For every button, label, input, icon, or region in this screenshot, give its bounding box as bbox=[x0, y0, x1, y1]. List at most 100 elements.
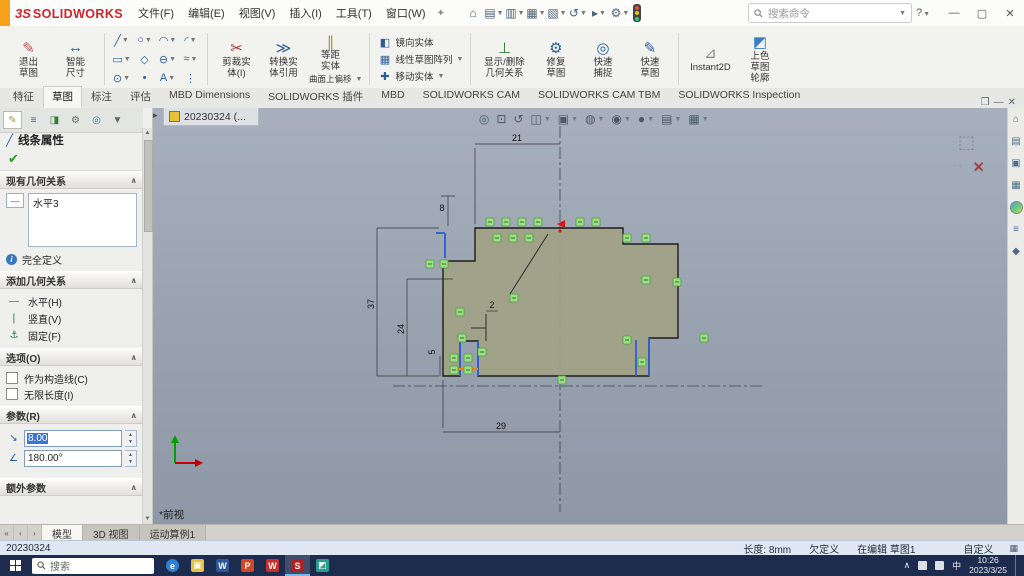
sketch-canvas[interactable]: 21837245229 bbox=[153, 108, 996, 520]
dimension-value[interactable]: 21 bbox=[512, 133, 522, 143]
doc-close-icon[interactable]: ✕ bbox=[1008, 97, 1016, 108]
design-library-icon[interactable]: ▤ bbox=[1010, 135, 1023, 148]
display-manager-tab[interactable]: ◨ bbox=[45, 111, 64, 129]
taskbar-search[interactable]: 搜索 bbox=[32, 558, 154, 574]
open-icon[interactable]: ▥▼ bbox=[505, 3, 525, 23]
dimension-value[interactable]: 2 bbox=[489, 300, 494, 310]
spin-down-icon[interactable]: ▼ bbox=[128, 459, 133, 465]
edit-appearance-icon[interactable]: ●▼ bbox=[638, 112, 654, 126]
maximize-button[interactable]: ▢ bbox=[968, 1, 996, 25]
offset-entities-button[interactable]: ∥ 等距 实体 bbox=[307, 33, 354, 73]
close-button[interactable]: ✕ bbox=[996, 1, 1024, 25]
tray-volume-icon[interactable] bbox=[935, 561, 944, 570]
existing-relations-header[interactable]: 现有几何关系∧ bbox=[0, 171, 143, 189]
select-icon[interactable]: ▸▼ bbox=[589, 3, 609, 23]
tab-SOLIDWORKS Inspection[interactable]: SOLIDWORKS Inspection bbox=[669, 86, 809, 108]
pin-icon[interactable]: ✦ bbox=[437, 8, 445, 19]
tray-expand-icon[interactable]: ∧ bbox=[904, 560, 911, 571]
tab-草图[interactable]: 草图 bbox=[43, 86, 82, 108]
document-tab[interactable]: 20230324 (... bbox=[163, 108, 259, 126]
construction-line-tool[interactable]: ⋮ bbox=[179, 69, 202, 88]
options-icon[interactable]: ⚙▼ bbox=[610, 3, 630, 23]
model-tab-模型[interactable]: 模型 bbox=[42, 525, 83, 541]
doc-minimize-icon[interactable]: — bbox=[994, 97, 1004, 108]
section-view-icon[interactable]: ◫▼ bbox=[531, 112, 551, 126]
undo-icon[interactable]: ↺▼ bbox=[568, 3, 588, 23]
command-search[interactable]: 搜索命令 ▼ bbox=[748, 3, 912, 23]
menu-窗口(W)[interactable]: 窗口(W) bbox=[379, 5, 433, 21]
slot-tool[interactable]: ⊖▼ bbox=[156, 50, 179, 69]
filter-tab[interactable]: ▼ bbox=[108, 111, 127, 129]
length-parameter-spinner[interactable]: ▲▼ bbox=[125, 430, 137, 447]
scene-icon[interactable]: ▤▼ bbox=[661, 112, 681, 126]
minimize-button[interactable]: — bbox=[940, 1, 968, 25]
option-作为构造线(C)[interactable]: 作为构造线(C) bbox=[6, 370, 137, 386]
tab-scroll-right-icon[interactable]: › bbox=[28, 525, 42, 541]
fillet-tool[interactable]: ◜▼ bbox=[179, 31, 202, 50]
dimxpert-tab[interactable]: ⚙ bbox=[66, 111, 85, 129]
tab-SOLIDWORKS CAM[interactable]: SOLIDWORKS CAM bbox=[414, 86, 529, 108]
dimension-value[interactable]: 8 bbox=[439, 203, 444, 213]
menu-工具(T)[interactable]: 工具(T) bbox=[329, 5, 379, 21]
scroll-up-icon[interactable]: ▲ bbox=[143, 128, 152, 138]
repair-sketch-button[interactable]: ⚙ 修复 草图 bbox=[532, 31, 579, 87]
notification-edge[interactable] bbox=[1015, 555, 1021, 576]
scroll-down-icon[interactable]: ▼ bbox=[143, 514, 152, 524]
word-app-icon[interactable]: W bbox=[210, 555, 235, 576]
options-header[interactable]: 选项(O)∧ bbox=[0, 348, 143, 366]
parameters-header[interactable]: 参数(R)∧ bbox=[0, 406, 143, 424]
model-tab-3D 视图[interactable]: 3D 视图 bbox=[83, 525, 140, 541]
dimension-value[interactable]: 29 bbox=[496, 421, 506, 431]
menu-编辑(E)[interactable]: 编辑(E) bbox=[181, 5, 232, 21]
quick-snaps-button[interactable]: ◎ 快速 捕捉 bbox=[579, 31, 626, 87]
browser-app-icon[interactable]: e bbox=[160, 555, 185, 576]
solidworks-app-icon[interactable]: S bbox=[285, 555, 310, 576]
taskbar-clock[interactable]: 10:26 2023/3/25 bbox=[969, 556, 1007, 576]
shaded-sketch-contours-button[interactable]: ◩ 上色 草图 轮廓 bbox=[736, 31, 783, 87]
move-entities-button[interactable]: ✚ 移动实体▼ bbox=[375, 68, 465, 85]
view-orientation-icon[interactable]: ▣▼ bbox=[558, 112, 578, 126]
hide-show-items-icon[interactable]: ◉▼ bbox=[611, 112, 630, 126]
scroll-thumb[interactable] bbox=[144, 140, 153, 232]
angle-parameter-field[interactable]: 180.00° bbox=[24, 450, 122, 467]
trim-entities-button[interactable]: ✂ 剪裁实 体(I) bbox=[213, 31, 260, 87]
tab-标注[interactable]: 标注 bbox=[82, 86, 121, 108]
length-parameter-field[interactable]: 8.00 bbox=[24, 430, 122, 447]
graphics-viewport[interactable]: ▸ 20230324 (... ◎⊡↺◫▼▣▼◍▼◉▼●▼▤▼▦▼ 218372… bbox=[153, 108, 1007, 524]
custom-properties-icon[interactable]: ≡ bbox=[1010, 223, 1023, 236]
extra-parameters-header[interactable]: 额外参数∧ bbox=[0, 478, 143, 496]
relations-listbox[interactable]: 水平3 bbox=[28, 193, 137, 247]
add-relations-header[interactable]: 添加几何关系∧ bbox=[0, 271, 143, 289]
forum-icon[interactable]: ◆ bbox=[1010, 245, 1023, 258]
doc-restore-icon[interactable]: ❐ bbox=[981, 97, 990, 108]
zoom-fit-icon[interactable]: ◎ bbox=[479, 112, 489, 126]
circle-tool[interactable]: ○▼ bbox=[133, 31, 156, 50]
appearances-icon[interactable] bbox=[1010, 201, 1023, 214]
flyout-tree-arrow-icon[interactable]: ▸ bbox=[153, 110, 158, 121]
add-relation-水平(H)[interactable]: —水平(H) bbox=[6, 293, 137, 310]
file-explorer-icon[interactable]: ▣ bbox=[1010, 157, 1023, 170]
mirror-entities-button[interactable]: ◧ 镜向实体 bbox=[375, 34, 465, 51]
relation-item[interactable]: 水平3 bbox=[29, 194, 136, 211]
previous-view-icon[interactable]: ↺ bbox=[513, 112, 523, 126]
tab-MBD Dimensions[interactable]: MBD Dimensions bbox=[160, 86, 259, 108]
arc-tool[interactable]: ◠▼ bbox=[156, 31, 179, 50]
model-tab-运动算例1[interactable]: 运动算例1 bbox=[140, 525, 207, 541]
status-units[interactable]: 自定义 bbox=[963, 541, 993, 556]
tab-SOLIDWORKS 插件[interactable]: SOLIDWORKS 插件 bbox=[259, 86, 372, 108]
polygon-tool[interactable]: ◇ bbox=[133, 50, 156, 69]
tray-network-icon[interactable] bbox=[918, 561, 927, 570]
panel-scrollbar[interactable]: ▲ ▼ bbox=[142, 128, 152, 524]
tray-language-indicator[interactable]: 中 bbox=[952, 559, 961, 572]
checkbox[interactable] bbox=[6, 372, 18, 384]
point-tool[interactable]: • bbox=[133, 69, 156, 88]
property-manager-tab[interactable]: ✎ bbox=[3, 111, 22, 129]
line-tool[interactable]: ╱▼ bbox=[110, 31, 133, 50]
resources-icon[interactable]: ⌂ bbox=[1010, 113, 1023, 126]
new-document-icon[interactable]: ▤▼ bbox=[484, 3, 504, 23]
save-icon[interactable]: ▦▼ bbox=[526, 3, 546, 23]
dimension-value[interactable]: 37 bbox=[366, 299, 376, 309]
menu-视图(V)[interactable]: 视图(V) bbox=[232, 5, 283, 21]
menu-插入(I)[interactable]: 插入(I) bbox=[282, 5, 328, 21]
surface-offset-button[interactable]: 曲面上偏移▼ bbox=[307, 73, 364, 86]
